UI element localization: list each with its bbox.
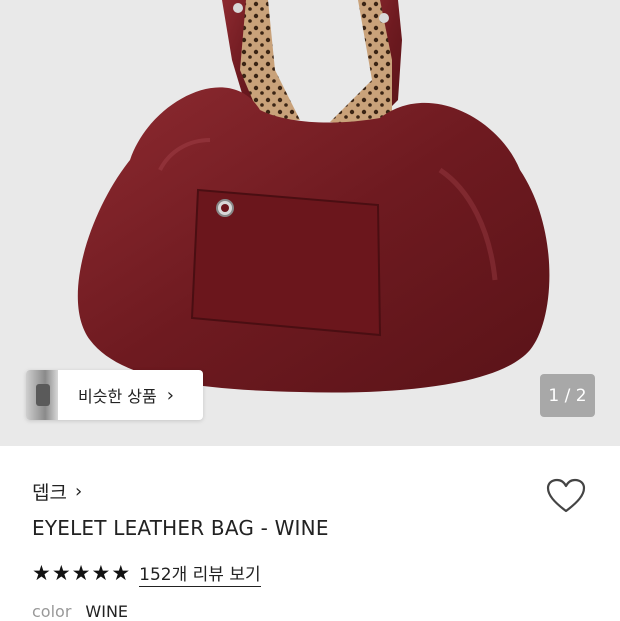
product-image-gallery[interactable]: 비슷한 상품 › 1 / 2 xyxy=(0,0,620,446)
color-value: WINE xyxy=(85,602,129,621)
similar-products-button[interactable]: 비슷한 상품 › xyxy=(26,370,203,420)
star-rating: ★ ★ ★ ★ ★ xyxy=(32,563,131,584)
similar-product-thumbnail xyxy=(26,370,58,420)
chevron-right-icon: › xyxy=(74,481,83,502)
star-icon: ★ xyxy=(51,561,71,585)
product-title: EYELET LEATHER BAG - WINE xyxy=(32,516,329,540)
review-link[interactable]: 152개 리뷰 보기 xyxy=(139,560,261,587)
star-icon: ★ xyxy=(32,561,51,585)
star-icon: ★ xyxy=(91,561,111,585)
brand-name: 뎁크 xyxy=(32,482,67,504)
heart-icon[interactable] xyxy=(546,478,586,514)
color-row: color WINE xyxy=(32,602,128,621)
rating-row: ★ ★ ★ ★ ★ 152개 리뷰 보기 xyxy=(32,560,261,587)
chevron-right-icon: › xyxy=(166,384,174,406)
image-counter: 1 / 2 xyxy=(540,374,595,417)
brand-link[interactable]: 뎁크 › xyxy=(32,478,82,505)
similar-products-label: 비슷한 상품 xyxy=(78,387,157,406)
star-icon: ★ xyxy=(111,561,131,585)
star-icon: ★ xyxy=(71,561,91,585)
color-label: color xyxy=(32,602,72,621)
